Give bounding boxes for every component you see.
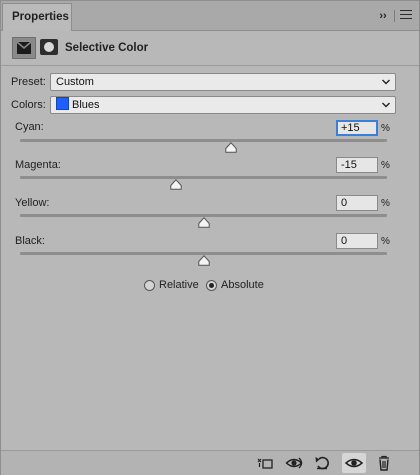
delete-icon[interactable] [372, 453, 396, 473]
magenta-label: Magenta: [15, 159, 61, 171]
magenta-slider-track[interactable] [20, 176, 387, 179]
magenta-value-field[interactable]: -15 [336, 157, 378, 173]
clip-to-layer-icon[interactable] [253, 453, 277, 473]
tab-divider [394, 10, 395, 22]
layer-mask-icon[interactable] [40, 39, 58, 55]
preset-select[interactable]: Custom [50, 73, 396, 91]
view-previous-state-icon[interactable] [283, 453, 307, 473]
cyan-label: Cyan: [15, 121, 44, 133]
magenta-percent: % [381, 160, 390, 171]
adjustment-title: Selective Color [65, 42, 149, 54]
yellow-label: Yellow: [15, 197, 50, 209]
relative-radio[interactable] [144, 280, 155, 291]
black-value-field[interactable]: 0 [336, 233, 378, 249]
properties-header: Selective Color [1, 32, 419, 66]
colors-select[interactable]: Blues [50, 96, 396, 114]
black-label: Black: [15, 235, 45, 247]
yellow-percent: % [381, 198, 390, 209]
chevron-down-icon [381, 74, 391, 96]
absolute-label[interactable]: Absolute [221, 279, 264, 291]
tab-properties[interactable]: Properties [2, 3, 72, 31]
colors-value: Blues [72, 99, 100, 111]
collapse-panel-icon[interactable]: ›› [375, 9, 391, 23]
cyan-value-field[interactable]: +15 [336, 120, 378, 136]
panel-menu-icon[interactable] [400, 10, 412, 21]
properties-panel: Properties ›› Selective Color Preset: Cu… [0, 0, 420, 475]
color-swatch [56, 97, 69, 110]
absolute-radio[interactable] [206, 280, 217, 291]
chevron-down-icon [381, 97, 391, 119]
cyan-percent: % [381, 123, 390, 134]
tab-bar: Properties ›› [1, 1, 419, 31]
toggle-visibility-icon[interactable] [342, 453, 366, 473]
relative-label[interactable]: Relative [159, 279, 199, 291]
adjustment-icon[interactable] [12, 37, 36, 59]
yellow-value-field[interactable]: 0 [336, 195, 378, 211]
preset-value: Custom [56, 76, 94, 88]
method-radio-group: Relative Absolute [1, 279, 419, 295]
preset-label: Preset: [11, 76, 46, 88]
bottom-toolbar [1, 450, 419, 475]
black-percent: % [381, 236, 390, 247]
cyan-slider-track[interactable] [20, 139, 387, 142]
reset-icon[interactable] [311, 453, 335, 473]
colors-label: Colors: [11, 99, 46, 111]
